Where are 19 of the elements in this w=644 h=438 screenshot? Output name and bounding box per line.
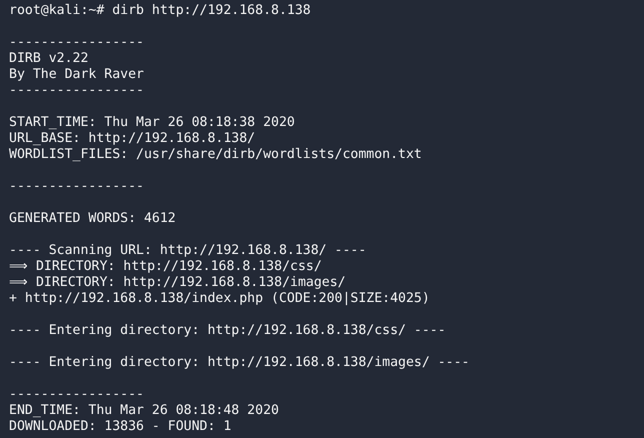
terminal-line: By The Dark Raver [9, 67, 144, 83]
terminal-line: ----------------- [9, 35, 144, 51]
terminal-line: ----------------- [9, 83, 144, 99]
terminal-line: DOWNLOADED: 13836 - FOUND: 1 [9, 419, 232, 435]
terminal-line: ---- Entering directory: http://192.168.8.138/images/ ---- [9, 355, 470, 371]
terminal-line: URL_BASE: http://192.168.8.138/ [9, 131, 256, 147]
terminal-line: GENERATED WORDS: 4612 [9, 211, 176, 227]
terminal-line: + http://192.168.8.138/index.php (CODE:200|SIZE:4025) [9, 291, 430, 307]
terminal-line: ⟹ DIRECTORY: http://192.168.8.138/css/ [9, 259, 322, 275]
terminal-line: ---- Entering directory: http://192.168.8.138/css/ ---- [9, 323, 446, 339]
terminal-line: ----------------- [9, 179, 144, 195]
terminal-line: DIRB v2.22 [9, 51, 88, 67]
terminal-line: ⟹ DIRECTORY: http://192.168.8.138/images/ [9, 275, 346, 291]
terminal-line: ---- Scanning URL: http://192.168.8.138/ ---- [9, 243, 366, 259]
terminal-line: root@kali:~# dirb http://192.168.8.138 [9, 3, 311, 19]
terminal-line: ----------------- [9, 387, 144, 403]
terminal-line: START_TIME: Thu Mar 26 08:18:38 2020 [9, 115, 295, 131]
terminal-line: END_TIME: Thu Mar 26 08:18:48 2020 [9, 403, 279, 419]
terminal-line: WORDLIST_FILES: /usr/share/dirb/wordlists/common.txt [9, 147, 422, 163]
